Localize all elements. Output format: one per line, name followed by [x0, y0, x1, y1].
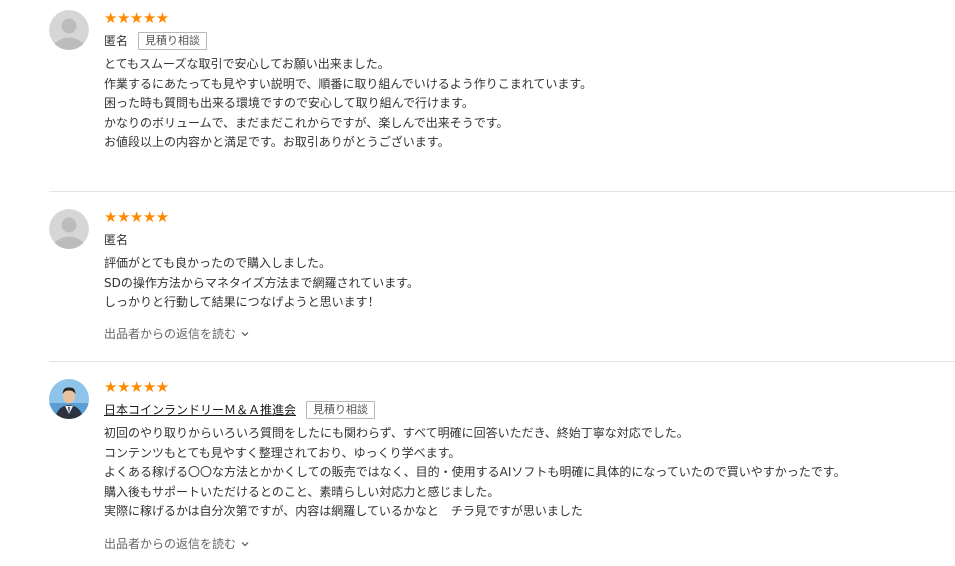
reviewer-name: 匿名	[104, 34, 129, 48]
read-seller-reply-label[interactable]: 出品者からの返信を読む	[104, 326, 236, 342]
user-avatar-photo[interactable]	[49, 379, 89, 419]
star-rating: ★★★★★	[104, 208, 169, 226]
chevron-down-icon	[241, 542, 249, 547]
read-seller-reply-link[interactable]: 出品者からの返信を読む	[104, 326, 250, 342]
star-rating: ★★★★★	[104, 9, 169, 27]
estimate-consultation-badge: 見積り相談	[306, 401, 376, 419]
review-list: ★★★★★ 匿名 見積り相談 とてもスムーズな取引で安心してお願い出来ました。 …	[0, 0, 955, 566]
review-divider	[49, 191, 955, 192]
review-text: とてもスムーズな取引で安心してお願い出来ました。 作業するにあたっても見やすい説…	[104, 57, 593, 149]
reviewer-name-link[interactable]: 日本コインランドリーＭ＆Ａ推進会	[104, 401, 296, 419]
estimate-consultation-badge: 見積り相談	[138, 32, 208, 50]
default-user-avatar-icon	[49, 209, 89, 249]
review-divider	[49, 361, 955, 362]
chevron-down-icon	[241, 332, 249, 337]
review-text: 初回のやり取りからいろいろ質問をしたにも関わらず、すべて明確に回答いただき、終始…	[104, 426, 846, 518]
reviewer-name: 匿名	[104, 233, 129, 247]
read-seller-reply-link[interactable]: 出品者からの返信を読む	[104, 536, 250, 552]
star-rating: ★★★★★	[104, 378, 169, 396]
read-seller-reply-label[interactable]: 出品者からの返信を読む	[104, 536, 236, 552]
default-user-avatar-icon	[49, 10, 89, 50]
review-text: 評価がとても良かったので購入しました。 SDの操作方法からマネタイズ方法まで網羅…	[104, 256, 419, 309]
